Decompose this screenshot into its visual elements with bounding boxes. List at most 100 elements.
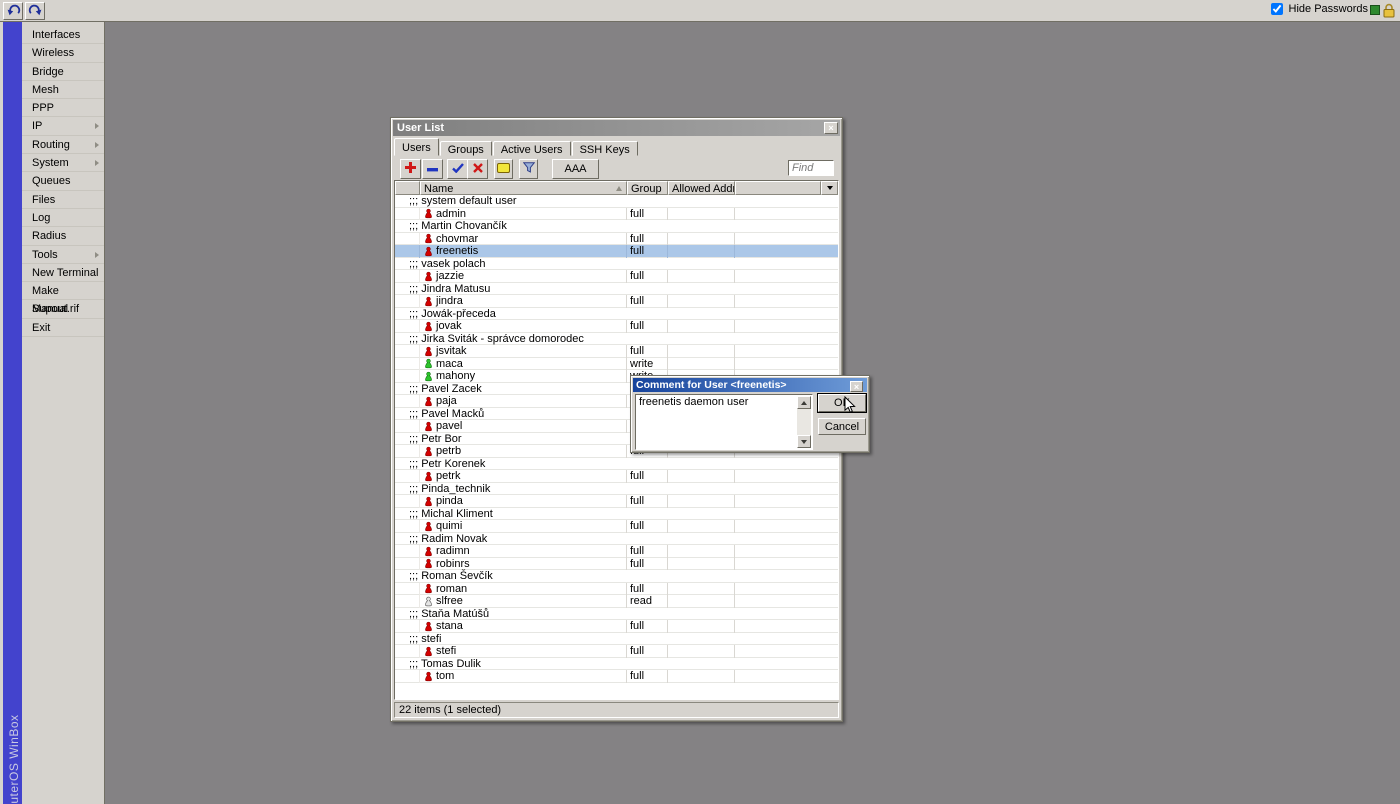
user-name: tom bbox=[436, 670, 454, 682]
table-row[interactable]: chovmarfull bbox=[395, 233, 838, 246]
sidebar-item-queues[interactable]: Queues bbox=[22, 172, 104, 190]
sidebar-item-make-supout-rif[interactable]: Make Supout.rif bbox=[22, 282, 104, 300]
table-row[interactable]: romanfull bbox=[395, 583, 838, 596]
dialog-title-bar[interactable]: Comment for User <freenetis> × bbox=[633, 378, 867, 392]
sidebar-item-routing[interactable]: Routing bbox=[22, 136, 104, 154]
group-cell: full bbox=[627, 583, 668, 596]
name-cell: freenetis bbox=[420, 245, 627, 258]
note-icon bbox=[497, 163, 510, 176]
comment-row[interactable]: ;;; Roman Ševčík bbox=[395, 570, 838, 583]
enable-button[interactable] bbox=[447, 159, 468, 179]
sidebar-item-ppp[interactable]: PPP bbox=[22, 99, 104, 117]
table-row[interactable]: quimifull bbox=[395, 520, 838, 533]
sidebar-item-exit[interactable]: Exit bbox=[22, 319, 104, 337]
add-button[interactable] bbox=[400, 159, 421, 179]
column-select-button[interactable] bbox=[821, 181, 838, 195]
aaa-button[interactable]: AAA bbox=[552, 159, 599, 179]
flag-cell bbox=[395, 470, 420, 483]
status-bar: 22 items (1 selected) bbox=[394, 702, 839, 718]
user-icon bbox=[424, 471, 433, 482]
brand-vertical-text: RouterOS WinBox bbox=[7, 590, 21, 804]
comment-row[interactable]: ;;; stefi bbox=[395, 633, 838, 646]
comment-row-text: ;;; stefi bbox=[409, 633, 441, 645]
column-header-group[interactable]: Group bbox=[627, 181, 668, 195]
ok-button[interactable]: OK bbox=[818, 394, 866, 412]
sidebar-item-files[interactable]: Files bbox=[22, 191, 104, 209]
tab-users[interactable]: Users bbox=[394, 138, 439, 156]
table-row[interactable]: tomfull bbox=[395, 670, 838, 683]
sidebar-item-log[interactable]: Log bbox=[22, 209, 104, 227]
comment-row[interactable]: ;;; Pinda_technik bbox=[395, 483, 838, 496]
table-row[interactable]: macawrite bbox=[395, 358, 838, 371]
table-row[interactable]: stefifull bbox=[395, 645, 838, 658]
name-cell: jindra bbox=[420, 295, 627, 308]
table-row[interactable]: jsvitakfull bbox=[395, 345, 838, 358]
column-header-allowed-addr[interactable]: Allowed Addr... bbox=[668, 181, 735, 195]
comment-row[interactable]: ;;; Staňa Matúšů bbox=[395, 608, 838, 621]
disable-button[interactable] bbox=[467, 159, 488, 179]
scroll-up-icon[interactable] bbox=[797, 396, 811, 409]
table-row[interactable]: adminfull bbox=[395, 208, 838, 221]
group-cell: full bbox=[627, 345, 668, 358]
comment-row[interactable]: ;;; Jowák-přeceda bbox=[395, 308, 838, 321]
allowed-address-cell bbox=[668, 470, 735, 483]
comment-row[interactable]: ;;; Jindra Matusu bbox=[395, 283, 838, 296]
table-row[interactable]: slfreeread bbox=[395, 595, 838, 608]
sidebar-item-system[interactable]: System bbox=[22, 154, 104, 172]
comment-button[interactable] bbox=[494, 159, 513, 179]
remove-button[interactable] bbox=[422, 159, 443, 179]
table-row[interactable]: radimnfull bbox=[395, 545, 838, 558]
column-header-extra[interactable] bbox=[735, 181, 821, 195]
sidebar-item-radius[interactable]: Radius bbox=[22, 227, 104, 245]
close-icon[interactable]: × bbox=[850, 381, 863, 392]
column-header-flag[interactable] bbox=[395, 181, 420, 195]
user-icon bbox=[424, 646, 433, 657]
undo-button[interactable] bbox=[3, 2, 23, 20]
hide-passwords-checkbox[interactable] bbox=[1271, 3, 1283, 15]
sidebar-item-new-terminal[interactable]: New Terminal bbox=[22, 264, 104, 282]
table-row[interactable]: petrkfull bbox=[395, 470, 838, 483]
filter-button[interactable] bbox=[519, 159, 538, 179]
tab-active-users[interactable]: Active Users bbox=[493, 141, 571, 156]
table-row[interactable]: jindrafull bbox=[395, 295, 838, 308]
redo-button[interactable] bbox=[25, 2, 45, 20]
sidebar-item-manual[interactable]: Manual bbox=[22, 300, 104, 318]
name-cell: chovmar bbox=[420, 233, 627, 246]
sidebar-item-mesh[interactable]: Mesh bbox=[22, 81, 104, 99]
table-row[interactable]: robinrsfull bbox=[395, 558, 838, 571]
comment-row[interactable]: ;;; Tomas Dulik bbox=[395, 658, 838, 671]
sidebar-item-bridge[interactable]: Bridge bbox=[22, 63, 104, 81]
table-row[interactable]: stanafull bbox=[395, 620, 838, 633]
sidebar-item-ip[interactable]: IP bbox=[22, 117, 104, 135]
table-row[interactable]: jovakfull bbox=[395, 320, 838, 333]
tab-groups[interactable]: Groups bbox=[440, 141, 492, 156]
table-row[interactable]: pindafull bbox=[395, 495, 838, 508]
sidebar-item-wireless[interactable]: Wireless bbox=[22, 44, 104, 62]
comment-row[interactable]: ;;; Radim Novak bbox=[395, 533, 838, 546]
connection-status-icon bbox=[1370, 5, 1380, 15]
comment-row[interactable]: ;;; vasek polach bbox=[395, 258, 838, 271]
name-cell: jazzie bbox=[420, 270, 627, 283]
user-name: paja bbox=[436, 395, 457, 407]
name-cell: mahony bbox=[420, 370, 627, 383]
tab-ssh-keys[interactable]: SSH Keys bbox=[572, 141, 638, 156]
comment-row[interactable]: ;;; Michal Kliment bbox=[395, 508, 838, 521]
scrollbar[interactable] bbox=[797, 396, 811, 448]
cancel-button[interactable]: Cancel bbox=[818, 418, 866, 435]
sidebar-item-tools[interactable]: Tools bbox=[22, 246, 104, 264]
scroll-down-icon[interactable] bbox=[797, 435, 811, 448]
column-header-name[interactable]: Name bbox=[420, 181, 627, 195]
table-row[interactable]: freenetisfull bbox=[395, 245, 838, 258]
find-input[interactable] bbox=[788, 160, 834, 176]
undo-icon bbox=[6, 3, 21, 19]
comment-row[interactable]: ;;; Jirka Sviták - správce domorodec bbox=[395, 333, 838, 346]
sidebar-item-label: Interfaces bbox=[32, 29, 80, 41]
sidebar-item-interfaces[interactable]: Interfaces bbox=[22, 26, 104, 44]
comment-row[interactable]: ;;; Martin Chovančík bbox=[395, 220, 838, 233]
window-title-bar[interactable]: User List × bbox=[393, 120, 840, 136]
comment-row[interactable]: ;;; system default user bbox=[395, 195, 838, 208]
table-row[interactable]: jazziefull bbox=[395, 270, 838, 283]
close-icon[interactable]: × bbox=[824, 122, 838, 134]
comment-row[interactable]: ;;; Petr Korenek bbox=[395, 458, 838, 471]
comment-textarea[interactable]: freenetis daemon user bbox=[635, 394, 813, 450]
